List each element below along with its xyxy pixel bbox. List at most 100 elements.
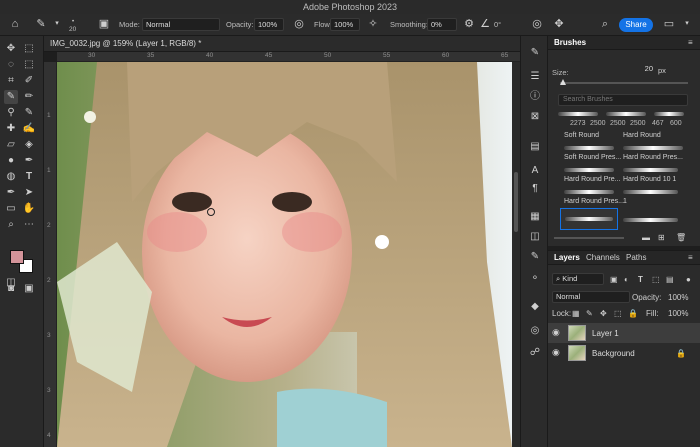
pen-tool-icon[interactable]: ✒	[22, 154, 36, 168]
marquee-tool-icon[interactable]: ⬚	[22, 58, 36, 72]
adjustments-icon[interactable]: ☰	[528, 70, 542, 84]
share-button[interactable]: Share	[619, 18, 653, 32]
smudge-tool-icon[interactable]: ◍	[4, 170, 18, 184]
brush-preset[interactable]: Hard Round Pres...	[623, 154, 683, 161]
layer-opacity-field[interactable]: 100%	[668, 293, 688, 302]
scrollbar-thumb[interactable]	[514, 172, 518, 232]
dodge-tool-icon[interactable]: ●	[4, 154, 18, 168]
brush-tool-icon[interactable]: ✎	[34, 17, 48, 31]
eraser-tool-icon[interactable]: ▱	[4, 138, 18, 152]
panel-menu-icon[interactable]: ≡	[688, 253, 693, 262]
eyedropper-tool-icon[interactable]: ✐	[22, 74, 36, 88]
filter-smart-object-icon[interactable]: ▤	[666, 275, 674, 284]
history-brush-tool-icon[interactable]: ✎	[22, 106, 36, 120]
selected-brush-preset[interactable]	[560, 208, 618, 230]
opacity-field[interactable]: 100%	[254, 18, 284, 31]
path-selection-tool-icon[interactable]: ➤	[22, 186, 36, 200]
filter-type-icon[interactable]: T	[638, 275, 643, 284]
rectangle-tool-icon[interactable]: ▭	[4, 202, 18, 216]
home-icon[interactable]: ⌂	[8, 17, 22, 31]
swatches-icon[interactable]: ▦	[528, 210, 542, 224]
lock-all-icon[interactable]: 🔒	[628, 309, 638, 318]
preview-size-slider[interactable]	[554, 237, 624, 239]
paragraph-icon[interactable]: ¶	[528, 182, 542, 196]
size-slider-handle[interactable]	[560, 79, 566, 85]
paths-icon[interactable]: ☍	[528, 346, 542, 360]
color-icon[interactable]: ⚬	[528, 272, 542, 286]
pressure-opacity-icon[interactable]: ◎	[292, 17, 306, 31]
pressure-size-icon[interactable]: ◎	[530, 17, 544, 31]
quick-mask-icon[interactable]: ◙	[4, 282, 18, 296]
blend-mode-select[interactable]: Normal	[552, 291, 630, 303]
styles-icon[interactable]: ✎	[528, 250, 542, 264]
brush-preset[interactable]: 1	[623, 198, 627, 205]
layer-name[interactable]: Background	[592, 349, 635, 358]
layer-filter-select[interactable]: ⌕ Kind	[552, 273, 604, 285]
brush-preset[interactable]: Hard Round Pres...	[564, 198, 624, 205]
move-tool-icon[interactable]: ✥	[4, 42, 18, 56]
crop-tool-icon[interactable]: ⌗	[4, 74, 18, 88]
spot-healing-tool-icon[interactable]: ✚	[4, 122, 18, 136]
more-tools-icon[interactable]: ⋯	[22, 218, 36, 232]
libraries-icon[interactable]: ◫	[528, 230, 542, 244]
zoom-tool-icon[interactable]: ⌕	[4, 218, 18, 232]
fill-field[interactable]: 100%	[668, 309, 688, 318]
search-icon[interactable]: ⌕	[598, 17, 612, 31]
document-tab[interactable]: IMG_0032.jpg @ 159% (Layer 1, RGB/8) *	[50, 39, 201, 48]
type-tool-icon[interactable]: T	[22, 170, 36, 184]
pen-path-tool-icon[interactable]: ✒	[4, 186, 18, 200]
lasso-tool-icon[interactable]: ◌	[4, 58, 18, 72]
workspace-chevron-icon[interactable]: ▾	[680, 17, 694, 31]
gear-icon[interactable]: ⚙	[462, 17, 476, 31]
brush-preset[interactable]: Hard Round 10 1	[623, 176, 676, 183]
angle-value[interactable]: 0°	[494, 20, 501, 29]
symmetry-icon[interactable]: ✥	[552, 17, 566, 31]
filter-adjustment-icon[interactable]: ◐	[624, 275, 629, 284]
eye-icon[interactable]: ◉	[552, 327, 560, 338]
size-field[interactable]: 20	[613, 64, 653, 76]
brush-preset[interactable]: Soft Round	[564, 132, 599, 139]
size-slider[interactable]	[560, 79, 688, 85]
tab-brushes[interactable]: Brushes	[554, 38, 586, 47]
vertical-scrollbar[interactable]	[512, 62, 520, 447]
character-icon[interactable]: A	[528, 164, 542, 178]
eye-icon[interactable]: ◉	[552, 347, 560, 358]
screen-mode-icon[interactable]: ▣	[22, 282, 36, 296]
lock-pixels-icon[interactable]: ✎	[586, 309, 593, 318]
lock-position-icon[interactable]: ✥	[600, 309, 607, 318]
brush-preset[interactable]: Hard Round Pre...	[564, 176, 620, 183]
smoothing-field[interactable]: 0%	[427, 18, 457, 31]
panel-menu-icon[interactable]: ≡	[688, 38, 693, 47]
trash-icon[interactable]: 🗑	[676, 233, 686, 242]
document-canvas[interactable]	[57, 62, 512, 447]
mode-select[interactable]: Normal	[142, 18, 220, 31]
brush-search-input[interactable]: Search Brushes	[558, 94, 688, 106]
flow-field[interactable]: 100%	[330, 18, 360, 31]
brush-panel-icon[interactable]: ✎	[528, 46, 542, 60]
new-brush-icon[interactable]: ⊞	[658, 233, 665, 242]
dropdown-chevron-icon[interactable]: ▾	[50, 17, 64, 31]
info-icon[interactable]: ⓘ	[528, 90, 542, 104]
brush-tool-icon[interactable]: ✎	[4, 90, 18, 104]
filter-toggle-icon[interactable]: ●	[686, 275, 691, 284]
brush-preset[interactable]: Hard Round	[623, 132, 661, 139]
clone-stamp-tool-icon[interactable]: ⚲	[4, 106, 18, 120]
properties-icon[interactable]: ▤	[528, 140, 542, 154]
history-icon[interactable]: ⊠	[528, 110, 542, 124]
foreground-color-swatch[interactable]	[10, 250, 24, 264]
workspace-icon[interactable]: ▭	[662, 17, 676, 31]
lock-transparent-icon[interactable]: ▦	[572, 309, 580, 318]
channels-icon[interactable]: ◎	[528, 324, 542, 338]
layers-panel-icon[interactable]: ◆	[528, 300, 542, 314]
brush-settings-icon[interactable]: ▣	[97, 17, 111, 31]
folder-icon[interactable]: ▬	[642, 233, 650, 242]
tab-layers[interactable]: Layers	[554, 253, 580, 262]
paint-bucket-tool-icon[interactable]: ◈	[22, 138, 36, 152]
artboard-tool-icon[interactable]: ⬚	[22, 42, 36, 56]
filter-pixel-icon[interactable]: ▣	[610, 275, 618, 284]
pencil-tool-icon[interactable]: ✏	[22, 90, 36, 104]
airbrush-icon[interactable]: ✧	[366, 17, 380, 31]
blur-tool-icon[interactable]: ✍	[22, 122, 36, 136]
tab-channels[interactable]: Channels	[586, 253, 620, 262]
layer-row-background[interactable]: ◉ Background 🔒	[548, 343, 700, 363]
